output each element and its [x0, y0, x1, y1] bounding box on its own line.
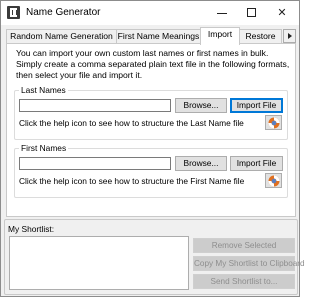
app-icon — [7, 6, 20, 19]
last-names-file-field[interactable] — [19, 99, 171, 112]
window-title: Name Generator — [26, 7, 101, 18]
title-bar[interactable]: Name Generator ✕ — [1, 1, 299, 25]
help-lifebuoy-icon — [268, 117, 280, 129]
send-shortlist-button[interactable]: Send Shortlist to... — [193, 274, 295, 289]
first-names-group: First Names Browse... Import File Click … — [14, 143, 288, 198]
first-names-file-field[interactable] — [19, 157, 171, 170]
tab-label: Import — [207, 29, 233, 39]
maximize-icon — [247, 8, 256, 17]
import-intro-text: You can import your own custom last name… — [16, 48, 290, 80]
close-icon: ✕ — [277, 7, 287, 19]
first-names-hint: Click the help icon to see how to struct… — [19, 176, 245, 186]
import-panel: You can import your own custom last name… — [6, 43, 296, 217]
last-names-help-button[interactable] — [265, 115, 282, 130]
first-names-label: First Names — [19, 143, 69, 153]
help-lifebuoy-icon — [268, 175, 280, 187]
minimize-button[interactable] — [207, 1, 237, 25]
tab-scroll-right-icon[interactable] — [283, 29, 296, 43]
tab-label: First Name Meanings — [117, 31, 200, 41]
copy-shortlist-button[interactable]: Copy My Shortlist to Clipboard — [193, 256, 305, 271]
first-names-browse-button[interactable]: Browse... — [175, 156, 227, 171]
tab-first-name-meanings[interactable]: First Name Meanings — [116, 29, 201, 44]
first-names-help-button[interactable] — [265, 173, 282, 188]
last-names-label: Last Names — [19, 85, 68, 95]
shortlist-listbox[interactable] — [9, 236, 189, 290]
first-names-import-button[interactable]: Import File — [230, 156, 283, 171]
remove-selected-button[interactable]: Remove Selected — [193, 238, 295, 253]
last-names-import-button[interactable]: Import File — [230, 98, 283, 113]
close-button[interactable]: ✕ — [267, 1, 297, 25]
tab-random-name-generation[interactable]: Random Name Generation — [6, 29, 117, 44]
last-names-browse-button[interactable]: Browse... — [175, 98, 227, 113]
last-names-group: Last Names Browse... Import File Click t… — [14, 85, 288, 140]
minimize-icon — [217, 13, 227, 14]
tab-restore[interactable]: Restore — [239, 29, 282, 44]
tab-strip: Random Name Generation First Name Meanin… — [4, 27, 298, 45]
tab-import[interactable]: Import — [200, 27, 240, 45]
name-generator-window: Name Generator ✕ Random Name Generation … — [0, 0, 305, 297]
maximize-button[interactable] — [237, 1, 267, 25]
last-names-hint: Click the help icon to see how to struct… — [19, 118, 244, 128]
tab-label: Random Name Generation — [10, 31, 113, 41]
shortlist-label: My Shortlist: — [8, 224, 55, 234]
shortlist-section: My Shortlist: Remove Selected Copy My Sh… — [4, 219, 305, 295]
tab-label: Restore — [245, 31, 276, 41]
